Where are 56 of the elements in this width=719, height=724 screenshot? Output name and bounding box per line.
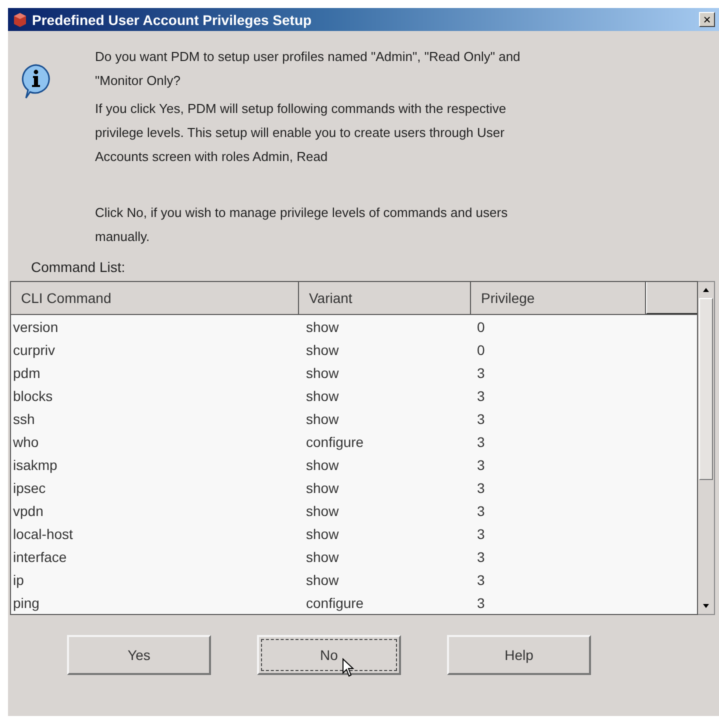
table-cell-text: version [12, 318, 60, 334]
info-icon [20, 63, 52, 99]
table-cell-text: vpdn [12, 502, 44, 518]
message-text: If you click Yes, PDM will setup following commands with the respective privilege levels. This setup will enable you to create users through User Accounts screen with roles Admin, Read [95, 100, 508, 166]
table-cell-text: show [305, 318, 340, 334]
table-cell-text: 3 [476, 364, 486, 380]
pointer-icon [342, 658, 356, 678]
table-cell-text: 3 [476, 572, 486, 588]
command-list-label: Command List: [31, 259, 126, 275]
table-cell-text: 3 [476, 480, 486, 496]
table-cell-text: 0 [476, 342, 486, 358]
table-cell-text: show [305, 548, 340, 564]
table-cell-text: ping [12, 594, 40, 610]
column-header[interactable] [646, 282, 697, 314]
dialog-button[interactable]: Yes [67, 635, 211, 675]
table-cell-text: 3 [476, 526, 486, 542]
table-cell-text: show [305, 456, 340, 472]
table-cell-text: show [305, 526, 340, 542]
message-text: Do you want PDM to setup user profiles named "Admin", "Read Only" and "Monitor Only? [95, 48, 522, 90]
table-cell-text: 3 [476, 548, 486, 564]
table-cell-text: who [12, 434, 40, 450]
dialog-button[interactable]: No [257, 635, 401, 675]
table-cell-text: configure [305, 594, 365, 610]
table-cell-text: isakmp [12, 456, 58, 472]
table-cell-text: 0 [476, 318, 486, 334]
table-cell-text: pdm [12, 364, 42, 380]
table-cell-text: curpriv [12, 342, 56, 358]
column-header[interactable]: Privilege [471, 282, 646, 314]
table-cell-text: show [305, 410, 340, 426]
table-cell-text: show [305, 388, 340, 404]
message-text: Click No, if you wish to manage privilege levels of commands and users manually. [95, 204, 509, 246]
table-cell-text: show [305, 572, 340, 588]
table-cell-text: 3 [476, 434, 486, 450]
table-cell-text: 3 [476, 410, 486, 426]
scrollbar[interactable] [698, 281, 715, 615]
dialog-button[interactable]: Help [447, 635, 591, 675]
close-button[interactable]: × [699, 12, 715, 27]
table-cell-text: show [305, 502, 340, 518]
table-cell-text: interface [12, 548, 68, 564]
table-cell-text: 3 [476, 594, 486, 610]
table-cell-text: show [305, 342, 340, 358]
table-cell-text: local-host [12, 526, 74, 542]
window-title: Predefined User Account Privileges Setup [32, 12, 313, 28]
column-header[interactable]: Variant [299, 282, 471, 314]
table-cell-text: blocks [12, 388, 54, 404]
app-icon [12, 12, 28, 28]
table-cell-text: show [305, 364, 340, 380]
table-cell-text: 3 [476, 388, 486, 404]
table-cell-text: show [305, 480, 340, 496]
column-header[interactable]: CLI Command [11, 282, 299, 314]
table-cell-text: ssh [12, 410, 36, 426]
table-cell-text: 3 [476, 456, 486, 472]
table-cell-text: ipsec [12, 480, 47, 496]
table-cell-text: ip [12, 572, 25, 588]
table-cell-text: configure [305, 434, 365, 450]
table-cell-text: 3 [476, 502, 486, 518]
